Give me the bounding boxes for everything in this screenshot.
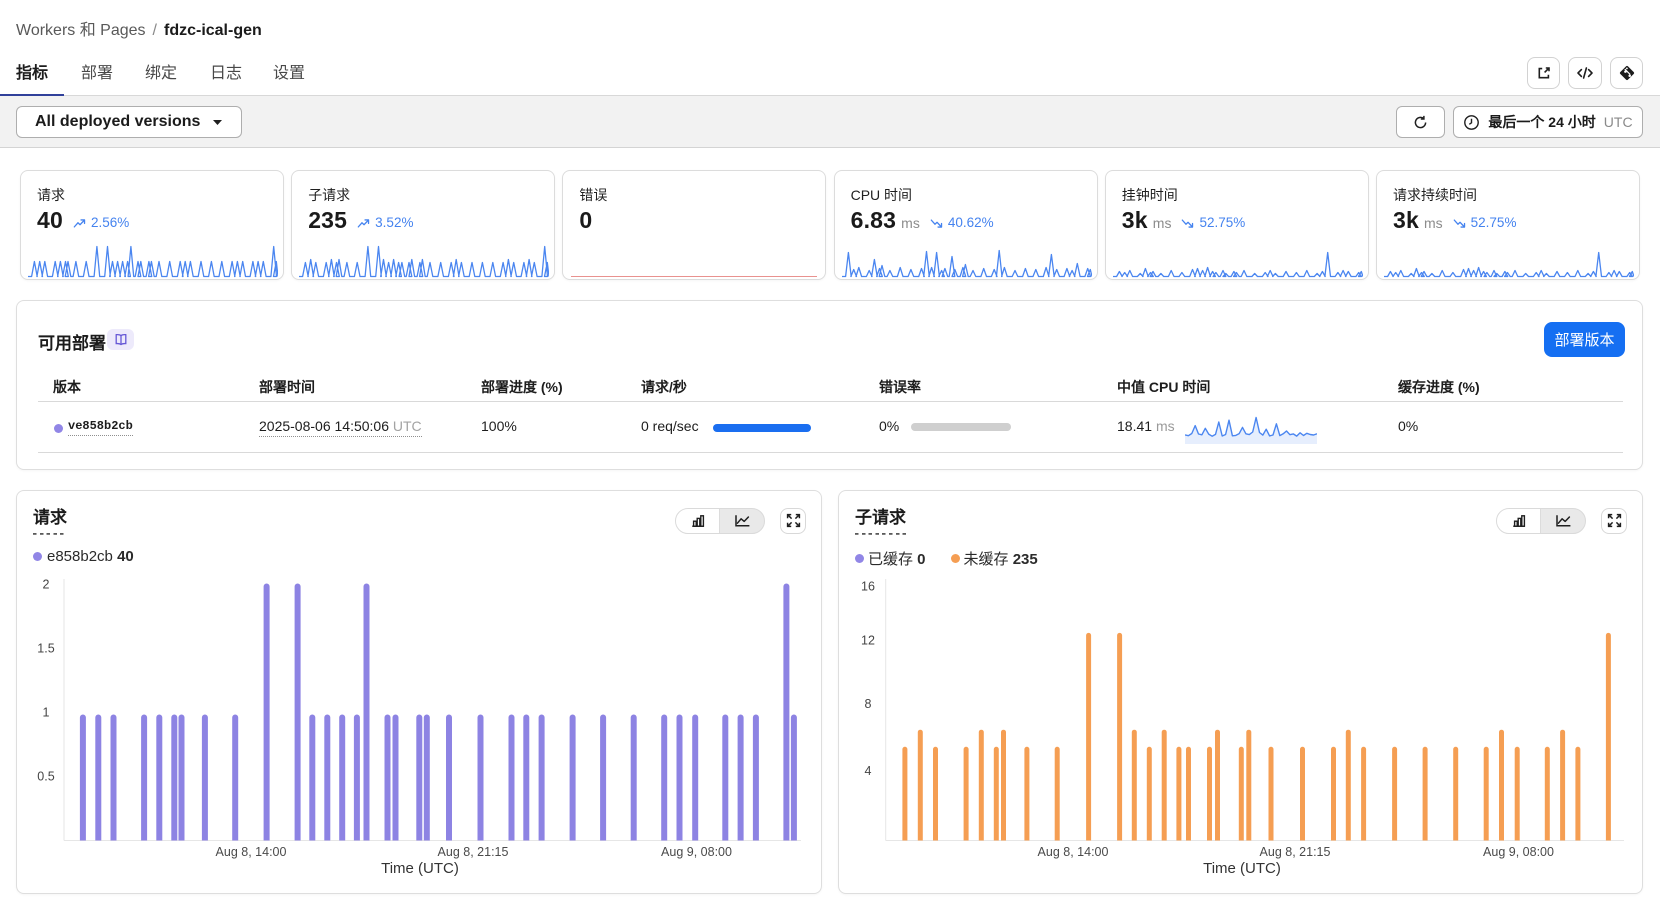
- svg-text:16: 16: [861, 580, 875, 594]
- svg-text:Aug 8, 14:00: Aug 8, 14:00: [1038, 845, 1109, 859]
- svg-text:Aug 8, 14:00: Aug 8, 14:00: [216, 845, 287, 859]
- svg-text:Time (UTC): Time (UTC): [381, 860, 459, 877]
- svg-text:Aug 8, 21:15: Aug 8, 21:15: [1260, 845, 1331, 859]
- svg-text:8: 8: [865, 697, 872, 711]
- svg-text:2: 2: [43, 578, 50, 592]
- svg-text:Time (UTC): Time (UTC): [1203, 860, 1281, 877]
- svg-text:1.5: 1.5: [37, 642, 54, 656]
- svg-text:Aug 8, 21:15: Aug 8, 21:15: [438, 845, 509, 859]
- svg-text:Aug 9, 08:00: Aug 9, 08:00: [661, 845, 732, 859]
- svg-text:0.5: 0.5: [37, 770, 54, 784]
- svg-text:12: 12: [861, 634, 875, 648]
- svg-text:1: 1: [43, 706, 50, 720]
- svg-text:Aug 9, 08:00: Aug 9, 08:00: [1483, 845, 1554, 859]
- svg-text:4: 4: [865, 764, 872, 778]
